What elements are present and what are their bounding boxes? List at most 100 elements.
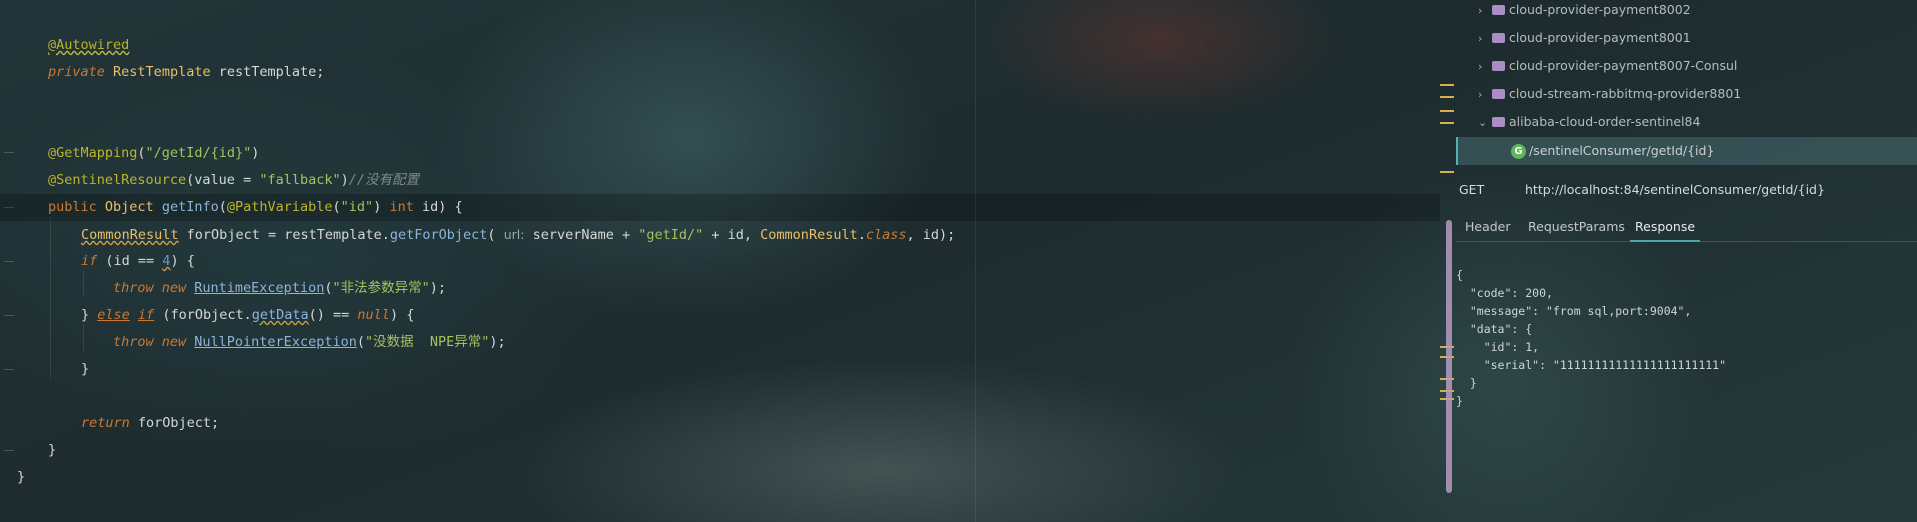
tree-item-sentinel84[interactable]: ⌄ alibaba-cloud-order-sentinel84 (1478, 108, 1700, 136)
keyword: if (137, 307, 155, 323)
string-literal: "非法参数异常" (332, 280, 430, 296)
code-text: serverName + (524, 227, 639, 243)
keyword: null (357, 307, 390, 323)
http-method-label[interactable]: GET (1459, 174, 1484, 206)
tree-item-label: cloud-provider-payment8007-Consul (1509, 58, 1738, 73)
string-literal: "getId/" (638, 227, 704, 243)
code-text: ) (251, 145, 260, 161)
class-reference[interactable]: RuntimeException (194, 280, 324, 296)
fold-marker[interactable] (4, 261, 14, 262)
code-text: + id, (703, 227, 761, 243)
response-body[interactable]: { "code": 200, "message": "from sql,port… (1456, 248, 1726, 428)
json-line: "data": { (1456, 322, 1533, 336)
vertical-scrollbar[interactable] (1446, 220, 1452, 493)
json-line: } (1456, 394, 1463, 408)
code-line-6: CommonResult forObject = restTemplate.ge… (81, 221, 955, 248)
code-line-10: throw new NullPointerException("没数据 NPE异… (113, 329, 506, 356)
string-literal: "没数据 NPE异常" (364, 334, 490, 350)
tab-response[interactable]: Response (1630, 213, 1701, 242)
warning-marker[interactable] (1440, 171, 1454, 173)
tab-header[interactable]: Header (1465, 213, 1511, 240)
tree-item-label: alibaba-cloud-order-sentinel84 (1509, 114, 1701, 129)
type-name: CommonResult (81, 227, 179, 243)
code-editor[interactable]: @Autowired private RestTemplate restTemp… (0, 0, 1440, 522)
code-text: ( (356, 334, 365, 350)
fold-marker[interactable] (4, 450, 14, 451)
fold-marker[interactable] (4, 369, 14, 370)
string-literal: "fallback" (259, 172, 341, 188)
code-text: () == (308, 307, 358, 323)
code-text: ( (218, 199, 227, 215)
module-folder-icon (1492, 89, 1505, 99)
code-text: ) (340, 172, 349, 188)
request-url[interactable]: http://localhost:84/sentinelConsumer/get… (1525, 174, 1825, 206)
keyword: public (48, 199, 97, 215)
json-line: "id": 1, (1456, 340, 1540, 354)
code-line-12: return forObject; (81, 410, 219, 437)
code-text: } (81, 307, 98, 323)
json-line: { (1456, 268, 1463, 282)
class-reference[interactable]: NullPointerException (194, 334, 357, 350)
tree-item-payment8007-consul[interactable]: › cloud-provider-payment8007-Consul (1478, 52, 1737, 80)
keyword: else (97, 307, 130, 323)
type-name: CommonResult (760, 227, 858, 243)
code-line-11: } (81, 361, 90, 377)
code-text: forObject = restTemplate. (178, 227, 390, 243)
string-literal: "id" (340, 199, 374, 215)
string-literal: "/getId/{id}" (145, 145, 252, 161)
tree-item-label: cloud-provider-payment8001 (1509, 30, 1691, 45)
code-text: . (857, 227, 866, 243)
warning-marker[interactable] (1440, 84, 1454, 86)
code-text: ) { (170, 253, 195, 269)
annotation: @Autowired (48, 37, 130, 53)
warning-marker[interactable] (1440, 110, 1454, 112)
module-folder-icon (1492, 61, 1505, 71)
chevron-right-icon: › (1478, 60, 1483, 73)
fold-marker[interactable] (4, 152, 14, 153)
chevron-right-icon: › (1478, 88, 1483, 101)
code-line-14: } (17, 469, 26, 485)
tree-item-label: cloud-provider-payment8002 (1509, 2, 1691, 17)
chevron-right-icon: › (1478, 32, 1483, 45)
tree-item-payment8001[interactable]: › cloud-provider-payment8001 (1478, 24, 1691, 52)
code-text: ( (332, 199, 341, 215)
code-line-4: @SentinelResource(value = "fallback")//没… (48, 167, 419, 194)
code-line-8: throw new RuntimeException("非法参数异常"); (113, 275, 446, 302)
method-name: getForObject (389, 227, 488, 243)
keyword: throw (113, 334, 154, 350)
code-text: ) { (389, 307, 415, 323)
code-line-5-current: public Object getInfo(@PathVariable("id"… (0, 194, 1440, 221)
keyword: new (153, 280, 195, 296)
tab-request-params[interactable]: RequestParams (1528, 213, 1625, 240)
code-text: (value = (186, 172, 260, 188)
chevron-right-icon: › (1478, 4, 1483, 17)
keyword: if (81, 253, 98, 269)
tree-item-endpoint-getid[interactable]: G/sentinelConsumer/getId/{id} (1511, 137, 1714, 165)
parameter-hint: url: (503, 227, 525, 242)
annotation: @SentinelResource (48, 172, 187, 188)
get-method-icon: G (1511, 144, 1526, 159)
warning-marker[interactable] (1440, 122, 1454, 124)
keyword: throw (113, 280, 154, 296)
code-line-1: @Autowired (48, 32, 129, 59)
tree-item-stream-rabbitmq-8801[interactable]: › cloud-stream-rabbitmq-provider8801 (1478, 80, 1741, 108)
json-line: "serial": "11111111111111111111111" (1456, 358, 1727, 372)
tree-item-payment8002[interactable]: › cloud-provider-payment8002 (1478, 0, 1691, 24)
code-line-13: } (48, 442, 57, 458)
code-text: ); (429, 280, 446, 296)
chevron-down-icon: ⌄ (1478, 116, 1488, 129)
response-tabs: Header RequestParams Response (1456, 213, 1917, 242)
module-folder-icon (1492, 33, 1505, 43)
warning-marker[interactable] (1440, 96, 1454, 98)
keyword: new (153, 334, 195, 350)
selection-accent-bar (1456, 137, 1458, 165)
endpoint-label: /sentinelConsumer/getId/{id} (1529, 143, 1715, 158)
code-line-7: if (id == 4) { (81, 248, 195, 275)
fold-marker[interactable] (4, 315, 14, 316)
right-margin-guide (975, 0, 976, 522)
code-line-2: private RestTemplate restTemplate; (48, 59, 324, 86)
keyword: class (865, 227, 907, 243)
code-text: , id); (906, 227, 956, 243)
method-name: getInfo (161, 199, 219, 215)
